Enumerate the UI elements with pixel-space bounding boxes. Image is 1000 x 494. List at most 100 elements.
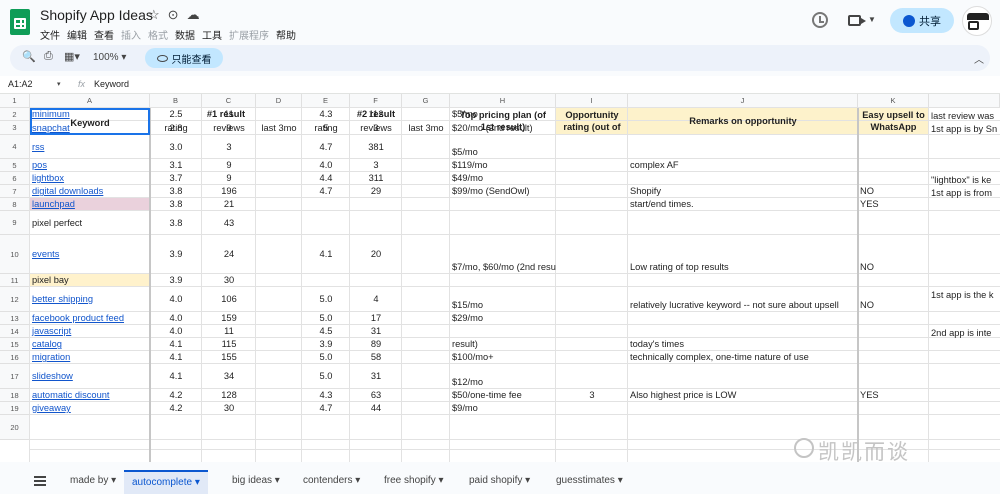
menu-item[interactable]: 格式 [148,31,168,42]
data-cell[interactable]: 3.1 [150,159,202,172]
data-cell[interactable]: OPPORTUNITY -- Shopify app, only availab… [628,198,858,211]
data-cell[interactable]: Looks decent, but requires injecting stu… [628,389,858,402]
data-cell[interactable]: 31 [350,325,402,338]
data-cell[interactable]: 5.0 [302,312,350,325]
data-cell[interactable]: 29 [350,185,402,198]
sheet-grid[interactable]: A B C D E F G H I J K 1 2 3 4 5 6 7 8 9 10 11 12 13 14 15 16 17 18 19… [0,94,1000,462]
keyword-cell[interactable]: events [30,235,150,274]
data-cell[interactable]: 30 [202,274,256,287]
data-cell[interactable]: YES [858,389,929,402]
row-header[interactable]: 1 [0,94,30,108]
data-cell[interactable]: $12/mo [450,364,556,389]
data-cell[interactable]: 128 [202,389,256,402]
column-header[interactable]: C [202,94,256,108]
data-cell[interactable]: $100/mo+ [450,351,556,364]
data-cell[interactable]: last review was [929,108,1000,121]
keyword-cell[interactable]: giveaway [30,402,150,415]
keyword-cell[interactable]: facebook product feed [30,312,150,325]
data-cell[interactable]: relatively lucrative keyword -- not sure… [628,287,858,312]
row-header[interactable]: 20 [0,415,30,440]
data-cell[interactable]: 3.8 [150,198,202,211]
data-cell[interactable]: 24 [202,235,256,274]
row-header[interactable]: 15 [0,338,30,351]
data-cell[interactable]: 17 [350,312,402,325]
column-header[interactable]: D [256,94,302,108]
data-cell[interactable]: 34 [202,364,256,389]
data-cell[interactable]: NO [858,185,929,198]
column-header[interactable]: E [302,94,350,108]
data-cell[interactable]: 3.9 [150,274,202,287]
data-cell[interactable]: 5.0 [302,364,350,389]
data-cell[interactable]: 4.0 [150,325,202,338]
data-cell[interactable]: 3.9 [302,338,350,351]
name-box[interactable]: A1:A2 [8,79,33,89]
data-cell[interactable]: 3.7 [150,172,202,185]
data-cell[interactable]: 155 [202,351,256,364]
sheet-tab[interactable]: big ideas ▾ [232,475,280,486]
data-cell[interactable]: 3 [350,121,402,135]
data-cell[interactable]: $20/mo (2nd result) [450,121,556,135]
row-header[interactable]: 5 [0,159,30,172]
row-header[interactable]: 14 [0,325,30,338]
row-header[interactable]: 10 [0,235,30,274]
data-cell[interactable]: 159 [202,312,256,325]
data-cell[interactable]: 4.0 [150,287,202,312]
data-cell[interactable]: 4.5 [302,325,350,338]
formula-input[interactable]: Keyword [94,79,129,89]
column-header[interactable]: H [450,94,556,108]
row-header[interactable]: 11 [0,274,30,287]
data-cell[interactable]: 196 [202,185,256,198]
data-cell[interactable]: technically complex, one-time nature of … [628,351,858,364]
data-cell[interactable]: 4.2 [150,389,202,402]
data-cell[interactable]: Looks crazy but hard to understand the u… [628,338,858,351]
row-header[interactable]: 2 [0,108,30,121]
data-cell[interactable]: 4 [350,287,402,312]
data-cell[interactable]: 3.0 [150,135,202,159]
sheet-tab[interactable]: contenders ▾ [303,475,360,486]
data-cell[interactable]: 20 [350,235,402,274]
sheet-tab[interactable]: autocomplete ▾ [124,470,208,494]
data-cell[interactable]: 112 [350,108,402,121]
data-cell[interactable]: 1st app is the k [929,287,1000,312]
keyword-cell[interactable]: pixel bay [30,274,150,287]
data-cell[interactable]: 4.0 [150,312,202,325]
collapse-toolbar-icon[interactable]: ︿ [974,51,984,66]
data-cell[interactable]: 3.8 [150,211,202,235]
column-header[interactable]: G [402,94,450,108]
menu-item[interactable]: 工具 [202,31,222,42]
keyword-cell[interactable]: slideshow [30,364,150,389]
menu-item[interactable]: 文件 [40,31,60,42]
keyword-cell[interactable]: rss [30,135,150,159]
data-cell[interactable]: 4.0 [302,159,350,172]
data-cell[interactable]: 31 [350,364,402,389]
column-header[interactable]: B [150,94,202,108]
data-cell[interactable]: 43 [202,211,256,235]
data-cell[interactable]: 9 [202,159,256,172]
data-cell[interactable]: 4.1 [150,338,202,351]
data-cell[interactable]: 44 [350,402,402,415]
row-header[interactable]: 7 [0,185,30,198]
data-cell[interactable]: 2nd app is inte [929,325,1000,338]
zoom-select[interactable]: 100% ▾ [93,52,126,63]
version-history-icon[interactable] [812,12,828,28]
data-cell[interactable]: 4.1 [150,351,202,364]
data-cell[interactable]: 3.9 [150,235,202,274]
data-cell[interactable]: 30 [202,402,256,415]
menu-item[interactable]: 数据 [175,31,195,42]
keyword-cell[interactable]: pixel perfect [30,211,150,235]
chevron-down-icon[interactable]: ▼ [868,15,876,24]
column-header[interactable]: J [628,94,858,108]
row-header[interactable]: 17 [0,364,30,389]
data-cell[interactable]: 63 [350,389,402,402]
data-cell[interactable]: 106 [202,287,256,312]
keyword-cell[interactable]: automatic discount [30,389,150,402]
keyword-cell[interactable]: javascript [30,325,150,338]
column-header[interactable]: I [556,94,628,108]
data-cell[interactable]: 9 [202,121,256,135]
move-icon[interactable]: ⊙ [168,7,187,22]
keyword-cell[interactable]: pos [30,159,150,172]
data-cell[interactable]: 4.7 [302,185,350,198]
view-only-button[interactable]: 只能查看 [145,48,223,68]
data-cell[interactable]: Very lucrative opportunity with larger m… [628,185,858,198]
keyword-cell[interactable]: lightbox [30,172,150,185]
